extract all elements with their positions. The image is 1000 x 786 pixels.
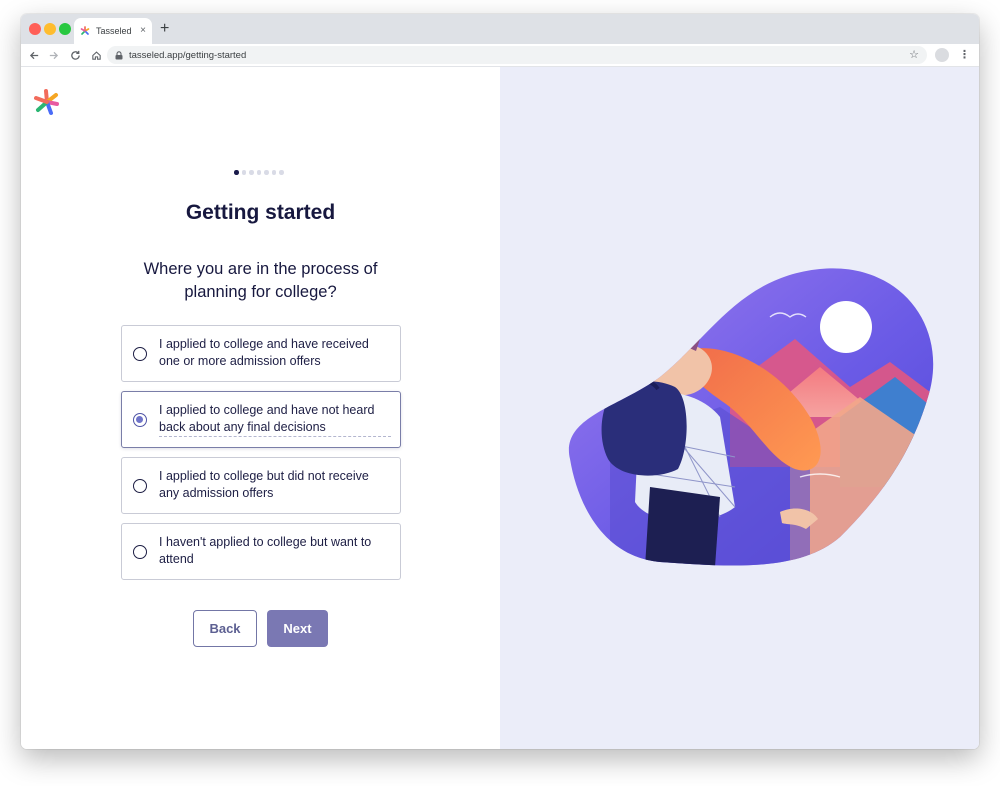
page-title: Getting started [185,201,336,224]
avatar[interactable] [935,48,949,62]
option-not-applied[interactable]: I haven't applied to college but want to… [121,523,401,580]
next-button[interactable]: Next [267,610,328,647]
radio-button[interactable] [133,347,147,361]
options-list: I applied to college and have received o… [121,325,401,589]
browser-window: Tasseled × + tasseled.app/getting-starte… [21,14,979,749]
question-text: Where you are in the process of planning… [143,260,378,301]
address-bar[interactable]: tasseled.app/getting-started ☆ [107,46,927,64]
close-window-button[interactable] [29,23,41,35]
form-pane: Getting started Where you are in the pro… [21,67,500,749]
step-indicator [234,170,284,175]
tasseled-favicon-icon [80,26,90,35]
back-arrow-icon[interactable] [26,47,42,63]
menu-icon[interactable]: ⋮ [959,47,970,63]
option-no-offers[interactable]: I applied to college but did not receive… [121,457,401,514]
tasseled-logo-icon[interactable] [33,88,61,116]
home-icon[interactable] [88,47,104,63]
new-tab-button[interactable]: + [160,20,169,38]
step-dot [264,170,269,175]
option-label: I haven't applied to college but want to… [159,535,372,566]
option-label: I applied to college and have received o… [159,337,369,368]
illustration-pane [500,67,979,749]
url-text: tasseled.app/getting-started [129,49,247,61]
reload-icon[interactable] [67,47,83,63]
minimize-window-button[interactable] [44,23,56,35]
option-received-offers[interactable]: I applied to college and have received o… [121,325,401,382]
option-label: I applied to college but did not receive… [159,469,369,500]
page-content: Getting started Where you are in the pro… [21,67,979,749]
tab-close-icon[interactable]: × [140,26,146,36]
option-awaiting-decisions[interactable]: I applied to college and have not heard … [121,391,401,448]
radio-button[interactable] [133,545,147,559]
lock-icon [115,50,123,59]
tab-title: Tasseled [96,26,132,36]
tab-bar: Tasseled × + [21,14,979,44]
step-dot [271,170,276,175]
radio-button[interactable] [133,413,147,427]
student-illustration [568,268,934,566]
forward-arrow-icon[interactable] [45,47,61,63]
radio-button[interactable] [133,479,147,493]
step-dot-active [234,170,239,175]
browser-toolbar: tasseled.app/getting-started ☆ ⋮ [21,44,979,67]
star-icon[interactable]: ☆ [909,48,919,62]
option-label: I applied to college and have not heard … [159,402,391,437]
maximize-window-button[interactable] [59,23,71,35]
browser-tab[interactable]: Tasseled × [74,18,152,44]
back-button[interactable]: Back [193,610,257,647]
step-dot [241,170,246,175]
step-dot [279,170,284,175]
step-dot [256,170,261,175]
step-dot [249,170,254,175]
